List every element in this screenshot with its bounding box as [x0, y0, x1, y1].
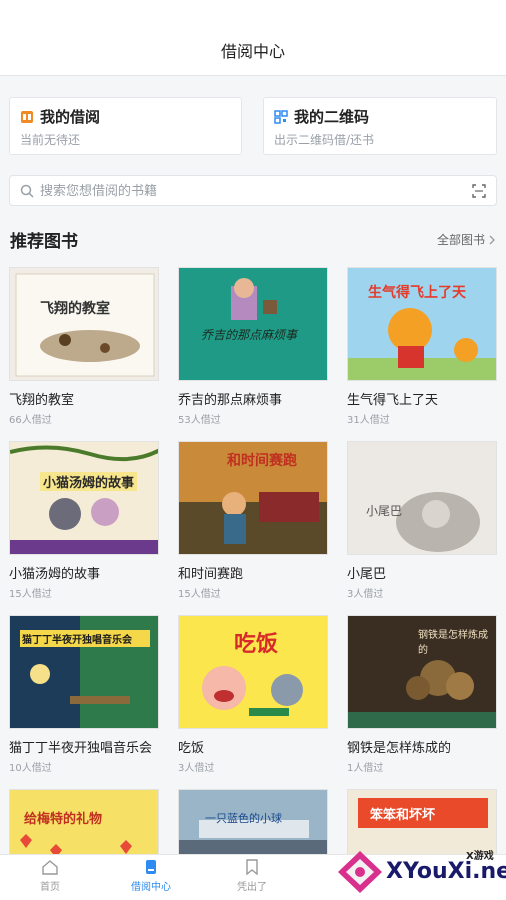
- all-books-link[interactable]: 全部图书: [437, 231, 496, 248]
- my-borrow-card[interactable]: 我的借阅 当前无待还: [9, 97, 242, 155]
- recommended-books-title: 推荐图书: [10, 232, 78, 252]
- chevron-right-icon: [489, 235, 495, 244]
- borrow-count: 31人借过: [347, 415, 390, 426]
- gamepad-logo-icon: [338, 851, 382, 893]
- book-title: 小猫汤姆的故事: [9, 567, 101, 582]
- book-cover[interactable]: 小尾巴: [347, 441, 497, 555]
- qrcode-icon: [274, 110, 288, 124]
- cover-title: 给梅特的礼物: [24, 812, 103, 827]
- my-qrcode-card[interactable]: 我的二维码 出示二维码借/还书: [263, 97, 497, 155]
- cover-title: 生气得飞上了天: [368, 285, 466, 301]
- book-orange-icon: [21, 111, 33, 123]
- book-cover[interactable]: 小猫汤姆的故事: [9, 441, 159, 555]
- book-title: 猫丁丁半夜开独唱音乐会: [9, 741, 153, 756]
- book-cover[interactable]: 飞翔的教室: [9, 267, 159, 381]
- borrow-count: 10人借过: [9, 763, 52, 774]
- book-icon: [146, 860, 156, 874]
- watermark-brand: XYouXi.net: [386, 859, 506, 884]
- cover-title: 小尾巴: [366, 504, 403, 518]
- borrow-count: 15人借过: [9, 589, 52, 600]
- book-title: 和时间赛跑: [178, 567, 244, 582]
- borrow-count: 66人借过: [9, 415, 52, 426]
- book-cover[interactable]: 乔吉的那点麻烦事: [178, 267, 328, 381]
- search-input[interactable]: [40, 180, 460, 202]
- book-item[interactable]: 乔吉的那点麻烦事 乔吉的那点麻烦事 53人借过: [178, 267, 328, 426]
- cover-title: 笨笨和坏坏: [370, 808, 436, 823]
- book-item[interactable]: 吃饭 吃饭 3人借过: [178, 615, 328, 774]
- book-title: 生气得飞上了天: [347, 393, 439, 408]
- cover-title: 乔吉的那点麻烦事: [201, 328, 298, 342]
- tab-home[interactable]: 首页: [0, 859, 100, 893]
- book-item[interactable]: 小猫汤姆的故事 小猫汤姆的故事 15人借过: [9, 441, 159, 600]
- borrow-count: 53人借过: [178, 415, 221, 426]
- all-books-label: 全部图书: [436, 233, 485, 247]
- borrow-count: 3人借过: [347, 589, 384, 600]
- cover-title: 小猫汤姆的故事: [40, 472, 138, 491]
- borrow-count: 15人借过: [178, 589, 221, 600]
- cover-title: 飞翔的教室: [40, 301, 110, 317]
- cover-title: 一只蓝色的小球: [205, 812, 282, 825]
- tab-home-label: 首页: [40, 882, 60, 893]
- book-item[interactable]: 飞翔的教室 飞翔的教室 66人借过: [9, 267, 159, 426]
- book-item[interactable]: 小尾巴 小尾巴 3人借过: [347, 441, 497, 600]
- book-item[interactable]: 钢铁是怎样炼成的 钢铁是怎样炼成的 1人借过: [347, 615, 497, 774]
- borrow-count: 1人借过: [347, 763, 384, 774]
- search-icon: [20, 184, 34, 198]
- home-icon: [42, 860, 58, 875]
- site-watermark: X游戏 XYouXi.net: [330, 843, 506, 900]
- my-borrow-title: 我的借阅: [40, 108, 101, 126]
- tab-bookmark[interactable]: 凭出了: [202, 859, 302, 893]
- cover-title: 吃饭: [234, 632, 279, 657]
- book-title: 钢铁是怎样炼成的: [347, 741, 452, 756]
- borrow-count: 3人借过: [178, 763, 215, 774]
- book-item[interactable]: 猫丁丁半夜开独唱音乐会 猫丁丁半夜开独唱音乐会 10人借过: [9, 615, 159, 774]
- book-cover[interactable]: 和时间赛跑: [178, 441, 328, 555]
- bookmark-icon: [246, 859, 258, 875]
- search-bar[interactable]: [9, 175, 497, 206]
- top-bar: 借阅中心: [0, 0, 506, 76]
- book-title: 小尾巴: [347, 567, 387, 582]
- cover-title: 和时间赛跑: [227, 453, 297, 469]
- book-cover[interactable]: 生气得飞上了天: [347, 267, 497, 381]
- book-cover[interactable]: 吃饭: [178, 615, 328, 729]
- book-cover[interactable]: 猫丁丁半夜开独唱音乐会: [9, 615, 159, 729]
- my-qrcode-hint: 出示二维码借/还书: [274, 133, 375, 147]
- tab-borrow-center-label: 借阅中心: [131, 882, 171, 893]
- book-item[interactable]: 生气得飞上了天 生气得飞上了天 31人借过: [347, 267, 497, 426]
- tab-borrow-center[interactable]: 借阅中心: [101, 859, 201, 893]
- book-title: 飞翔的教室: [9, 393, 75, 408]
- tab-bookmark-label: 凭出了: [237, 882, 267, 893]
- book-cover[interactable]: 钢铁是怎样炼成的: [347, 615, 497, 729]
- book-item[interactable]: 和时间赛跑 和时间赛跑 15人借过: [178, 441, 328, 600]
- my-qrcode-title: 我的二维码: [294, 108, 370, 126]
- scan-icon[interactable]: [472, 184, 486, 198]
- book-title: 吃饭: [178, 741, 205, 756]
- my-borrow-status: 当前无待还: [20, 133, 81, 147]
- cover-title: 钢铁是怎样炼成的: [418, 630, 488, 656]
- page-title: 借阅中心: [220, 42, 285, 61]
- book-title: 乔吉的那点麻烦事: [178, 393, 283, 408]
- cover-title: 猫丁丁半夜开独唱音乐会: [20, 630, 150, 647]
